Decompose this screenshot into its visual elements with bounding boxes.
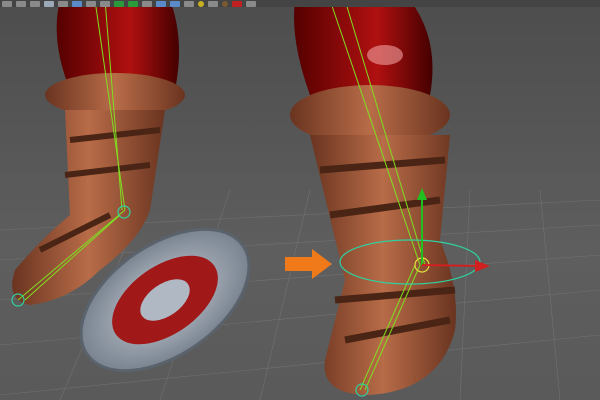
maya-viewport[interactable] (0, 0, 600, 400)
3d-scene[interactable] (0, 0, 600, 400)
resolution-icon[interactable] (246, 0, 256, 7)
lights-icon[interactable] (170, 0, 180, 7)
orange-arrow-icon (285, 249, 332, 279)
select-icon[interactable] (2, 0, 12, 7)
viewport-toolbar (0, 0, 600, 7)
shadows-icon[interactable] (184, 0, 194, 7)
paint-icon[interactable] (30, 0, 40, 7)
material-icon[interactable] (198, 0, 204, 7)
shaded-icon[interactable] (86, 0, 96, 7)
smooth-icon[interactable] (100, 0, 110, 7)
camera-icon[interactable] (44, 0, 54, 7)
lasso-icon[interactable] (16, 0, 26, 7)
xray-icon[interactable] (142, 0, 152, 7)
grid-icon[interactable] (72, 0, 82, 7)
textured-icon[interactable] (114, 0, 124, 7)
joints-icon[interactable] (156, 0, 166, 7)
right-boot[interactable] (290, 0, 456, 395)
wireframe-icon[interactable] (58, 0, 68, 7)
isolate-icon[interactable] (128, 0, 138, 7)
ambient-occlusion-icon[interactable] (208, 0, 218, 7)
motion-blur-icon[interactable] (222, 0, 228, 7)
gate-icon[interactable] (232, 0, 242, 7)
